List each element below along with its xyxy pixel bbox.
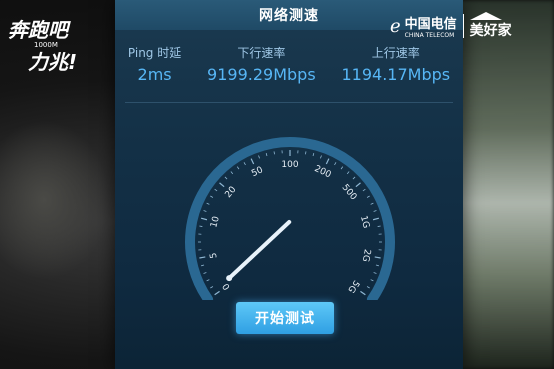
gauge-tick (320, 155, 322, 159)
gauge-hub (226, 275, 233, 282)
stat-value: 2ms (137, 65, 172, 84)
meihaojia-logo: 美好家 (469, 12, 512, 40)
stat-label: 下行速率 (237, 46, 286, 60)
gauge-tick-label: 5 (209, 252, 220, 259)
logo-line1: 奔跑吧 (8, 18, 68, 42)
gauge-tick (346, 171, 350, 175)
gauge-tick (334, 162, 337, 166)
china-telecom-logo: ℯ 中国电信 CHINA TELECOM (390, 13, 457, 40)
speedtest-panel: 网络测速 Ping 时延 2ms 下行速率 9199.29Mbps 上行速率 1… (115, 0, 463, 369)
gauge-tick (370, 279, 374, 282)
gauge-tick (374, 256, 381, 259)
gauge-tick (230, 171, 234, 175)
gauge-tick-label: 20 (224, 185, 239, 200)
stat-download: 下行速率 9199.29Mbps (207, 44, 316, 84)
stat-upload: 上行速率 1194.17Mbps (341, 44, 450, 84)
gauge-tick-label: 200 (313, 164, 333, 180)
gauge-tick (352, 176, 356, 180)
gauge-tick-label: 5G (345, 278, 360, 294)
gauge-tick (206, 279, 210, 282)
brand-name: 美好家 (469, 23, 512, 39)
gauge-tick (375, 264, 379, 267)
gauge-tick (203, 210, 207, 212)
gauge-tick (370, 202, 374, 205)
gauge-tick (312, 153, 315, 157)
gauge-tick (305, 151, 307, 155)
gauge-tick (250, 158, 255, 165)
brand-logos: ℯ 中国电信 CHINA TELECOM 美好家 (390, 12, 512, 40)
gauge-tick (199, 256, 206, 259)
telecom-icon: ℯ (390, 15, 401, 37)
gauge-tick (200, 217, 208, 221)
gauge-tick (373, 210, 377, 212)
gauge-tick-label: 500 (340, 183, 359, 203)
stat-label: Ping 时延 (127, 46, 182, 60)
gauge-tick (206, 202, 210, 205)
gauge-tick (258, 155, 260, 159)
background-blur-left (0, 120, 110, 280)
gauge-tick (372, 217, 380, 221)
gauge-tick (201, 264, 205, 267)
gauge-tick (210, 286, 214, 289)
gauge-tick (224, 176, 228, 180)
gauge-tick (236, 166, 240, 170)
gauge-tick (340, 166, 344, 170)
gauge-tick (377, 225, 381, 227)
gauge-tick (366, 195, 370, 198)
gauge-needle (227, 220, 292, 281)
gauge-tick-label: 2G (360, 248, 372, 262)
gauge-tick (199, 225, 203, 227)
stat-label: 上行速率 (371, 46, 420, 60)
gauge-tick (210, 195, 214, 198)
start-test-button[interactable]: 开始测试 (236, 302, 334, 334)
gauge-tick (203, 272, 207, 274)
gauge-tick-label: 10 (209, 215, 222, 229)
gauge-tick-label: 0 (221, 281, 233, 292)
gauge-tick (214, 290, 220, 296)
divider (125, 102, 453, 103)
stat-value: 1194.17Mbps (341, 65, 451, 84)
gauge-tick-label: 100 (281, 160, 298, 170)
gauge-tick (373, 272, 377, 274)
gauge-tick (362, 188, 366, 192)
stat-value: 9199.29Mbps (207, 65, 316, 84)
gauge-tick (265, 153, 268, 157)
gauge-tick (366, 286, 370, 289)
stats-row: Ping 时延 2ms 下行速率 9199.29Mbps 上行速率 1194.1… (115, 44, 463, 84)
carrier-name-en: CHINA TELECOM (404, 32, 455, 39)
gauge-tick (219, 182, 225, 188)
gauge-tick (355, 182, 361, 188)
gauge-tick (243, 162, 246, 166)
gauge-tick (214, 188, 218, 192)
gauge-tick-label: 50 (250, 165, 265, 179)
house-roof-icon (469, 12, 502, 20)
logo-line3: 力兆! (28, 50, 78, 74)
gauge-tick (273, 151, 275, 155)
gauge-tick-label: 1G (358, 215, 371, 230)
gauge-svg: 0 5 10 20 50 100 200 500 1G 2G 5G (185, 137, 395, 305)
gauge-tick (360, 290, 366, 296)
page-title: 网络测速 (259, 8, 319, 24)
gauge-tick (325, 158, 330, 165)
carrier-name-cn: 中国电信 (404, 17, 457, 32)
logo-divider (462, 14, 464, 38)
stat-ping: Ping 时延 2ms (128, 44, 181, 84)
speed-gauge: 0 5 10 20 50 100 200 500 1G 2G 5G (160, 130, 420, 305)
campaign-logo: 奔跑吧 1000M 力兆! (8, 14, 98, 74)
